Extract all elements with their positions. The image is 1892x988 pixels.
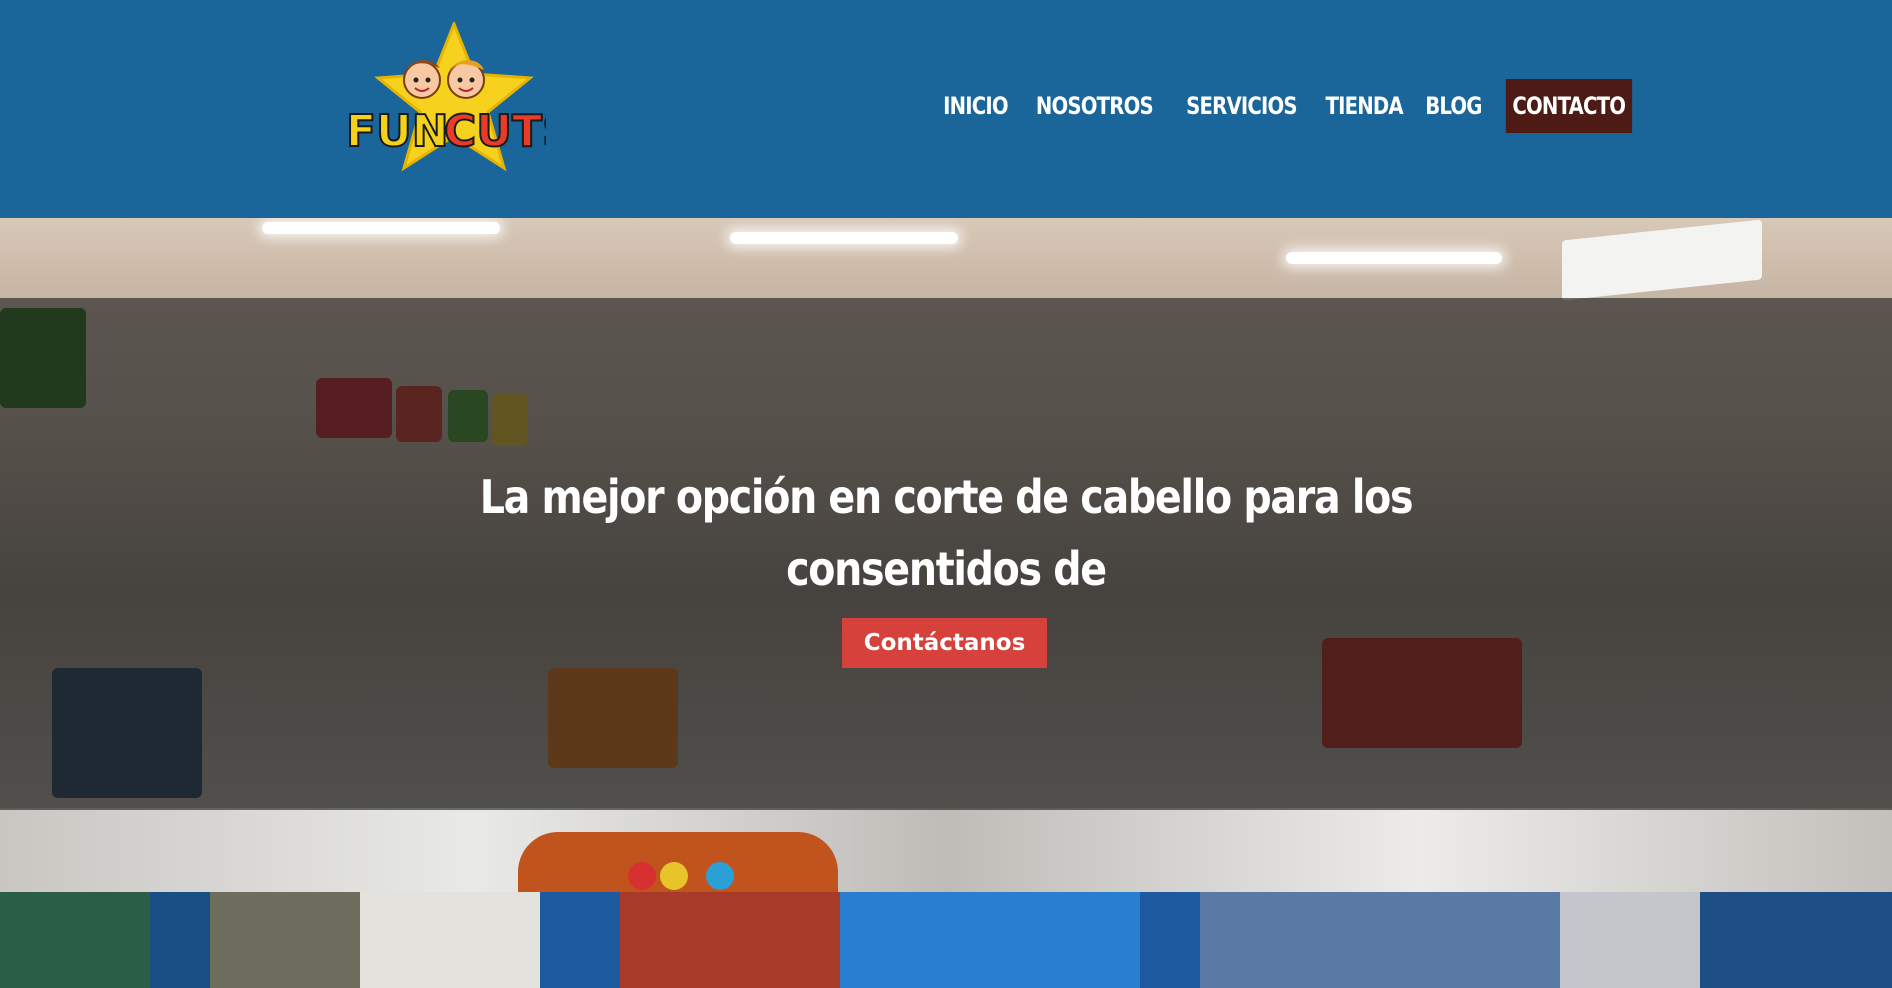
ceiling-light [262, 222, 500, 234]
nav-item-nosotros[interactable]: NOSOTROS [1032, 92, 1156, 120]
main-nav: INICIO NOSOTROS SERVICIOS TIENDA BLOG CO… [932, 79, 1645, 133]
svg-text:FUN: FUN [346, 106, 449, 157]
funcuts-logo[interactable]: FUN CUTS [344, 22, 546, 178]
photo-panel-interior [210, 892, 360, 988]
photo-panel-sign [360, 892, 540, 988]
red-ball [628, 862, 656, 890]
photo-panel-frame [150, 892, 210, 988]
floor [0, 808, 1892, 892]
nav-item-blog[interactable]: BLOG [1422, 92, 1485, 120]
site-header: FUN CUTS INICIO NOSOTROS SERVICIOS TIEND… [0, 0, 1892, 218]
contact-cta-button[interactable]: Contáctanos [842, 618, 1047, 668]
photo-panel-frame [1560, 892, 1700, 988]
nav-item-inicio[interactable]: INICIO [940, 92, 1011, 120]
ceiling-light [730, 232, 958, 244]
ceiling-light [1286, 252, 1502, 264]
hero-headline-line1: La mejor opción en corte de cabello para… [479, 469, 1414, 596]
photo-panel-store [0, 892, 150, 988]
air-conditioner [1562, 219, 1762, 301]
photo-panel-frame [1140, 892, 1200, 988]
photo-panel-frame [540, 892, 620, 988]
blue-ball [706, 862, 734, 890]
svg-text:CUTS: CUTS [444, 106, 546, 157]
yellow-ball [660, 862, 688, 890]
photo-panel-toy-train [840, 892, 1140, 988]
photo-panel-toys [620, 892, 840, 988]
photo-panel-blue [1700, 892, 1892, 988]
nav-item-servicios[interactable]: SERVICIOS [1182, 92, 1299, 120]
nav-item-tienda[interactable]: TIENDA [1322, 92, 1406, 120]
nav-item-contacto[interactable]: CONTACTO [1505, 79, 1632, 133]
photo-panel-people [1200, 892, 1560, 988]
bottom-image-strip [0, 892, 1892, 988]
